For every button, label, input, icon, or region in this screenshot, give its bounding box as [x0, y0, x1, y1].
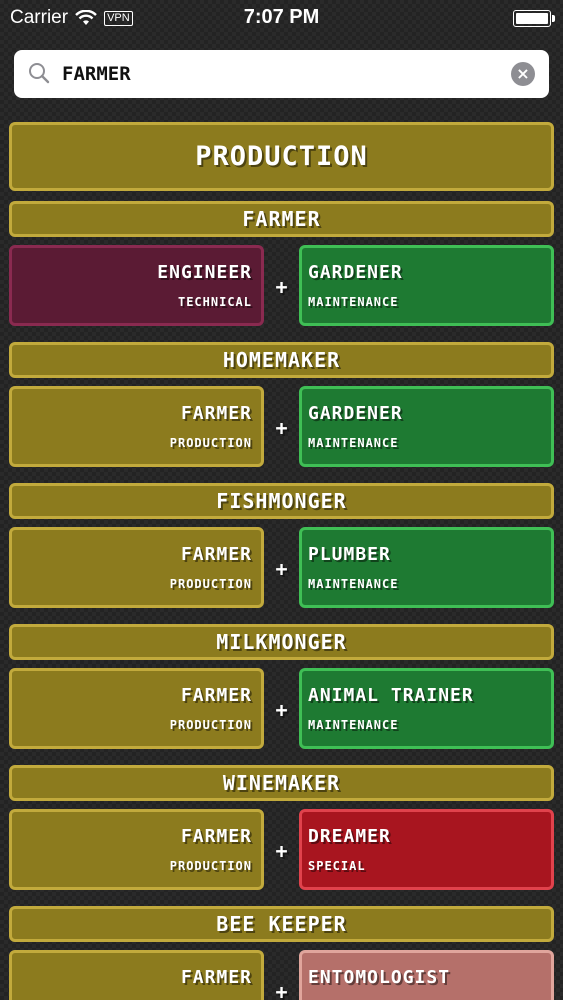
- plus-icon: +: [275, 698, 289, 722]
- ingredient-card-right[interactable]: GARDENER MAINTENANCE: [299, 245, 554, 326]
- ingredient-category: PRODUCTION: [169, 718, 252, 732]
- list-item[interactable]: MILKMONGER FARMER PRODUCTION + ANIMAL TRAINE…: [9, 624, 554, 765]
- search-input[interactable]: [62, 58, 502, 90]
- ingredient-card-right[interactable]: GARDENER MAINTENANCE: [299, 386, 554, 467]
- ingredient-name: FARMER: [180, 544, 252, 565]
- ingredient-category: TECHNICAL: [177, 295, 252, 309]
- plus-icon: +: [275, 980, 289, 1000]
- ingredient-name: ENTOMOLOGIST: [308, 967, 451, 988]
- entry-title: FISHMONGER: [9, 483, 554, 519]
- ingredient-name: GARDENER: [308, 403, 403, 424]
- ingredient-category: PRODUCTION: [169, 577, 252, 591]
- ingredient-name: ENGINEER: [157, 262, 252, 283]
- entry-title: FARMER: [9, 201, 554, 237]
- ingredient-name: FARMER: [180, 403, 252, 424]
- result-list: FARMER ENGINEER TECHNICAL + GARDENER MAINTENA…: [9, 201, 554, 1000]
- ingredient-card-left[interactable]: FARMER PRODUCTION: [9, 386, 264, 467]
- ingredient-card-left[interactable]: FARMER PRODUCTION: [9, 527, 264, 608]
- status-bar: Carrier VPN 7:07 PM: [0, 0, 563, 36]
- list-item[interactable]: FARMER ENGINEER TECHNICAL + GARDENER MAINTENA…: [9, 201, 554, 342]
- plus-icon: +: [275, 416, 289, 440]
- plus-icon: +: [275, 275, 289, 299]
- battery-icon: [513, 10, 555, 27]
- ingredient-card-left[interactable]: FARMER PRODUCTION: [9, 668, 264, 749]
- ingredient-category: PRODUCTION: [169, 859, 252, 873]
- ingredient-name: PLUMBER: [308, 544, 391, 565]
- ingredient-name: FARMER: [180, 967, 252, 988]
- ingredient-card-right[interactable]: DREAMER SPECIAL: [299, 809, 554, 890]
- ingredient-card-right[interactable]: PLUMBER MAINTENANCE: [299, 527, 554, 608]
- list-item[interactable]: WINEMAKER FARMER PRODUCTION + DREAMER SPECIAL: [9, 765, 554, 906]
- list-item[interactable]: BEE KEEPER FARMERPRODUCTION + ENTOMOLOGIST: [9, 906, 554, 1000]
- ingredient-category: MAINTENANCE: [308, 577, 399, 591]
- status-time: 7:07 PM: [243, 6, 320, 28]
- ingredient-name: ANIMAL TRAINER: [308, 685, 474, 706]
- ingredient-category: MAINTENANCE: [308, 718, 399, 732]
- ingredient-name: DREAMER: [308, 826, 391, 847]
- ingredient-name: FARMER: [180, 685, 252, 706]
- ingredient-category: SPECIAL: [308, 859, 366, 873]
- entry-title: MILKMONGER: [9, 624, 554, 660]
- ingredient-card-left[interactable]: FARMER PRODUCTION: [9, 809, 264, 890]
- ingredient-card-left[interactable]: ENGINEER TECHNICAL: [9, 245, 264, 326]
- list-item[interactable]: HOMEMAKER FARMER PRODUCTION + GARDENER MAINTE…: [9, 342, 554, 483]
- search-bar: ×: [14, 50, 549, 98]
- entry-title: BEE KEEPER: [9, 906, 554, 942]
- close-icon: ×: [516, 64, 530, 83]
- ingredient-category: PRODUCTION: [169, 436, 252, 450]
- clear-search-button[interactable]: ×: [511, 62, 535, 86]
- ingredient-category: MAINTENANCE: [308, 295, 399, 309]
- ingredient-card-right[interactable]: ENTOMOLOGIST: [299, 950, 554, 1000]
- search-icon: [29, 63, 50, 84]
- ingredient-name: GARDENER: [308, 262, 403, 283]
- ingredient-name: FARMER: [180, 826, 252, 847]
- ingredient-category: MAINTENANCE: [308, 436, 399, 450]
- category-header: PRODUCTION: [9, 122, 554, 191]
- ingredient-card-left[interactable]: FARMERPRODUCTION: [9, 950, 264, 1000]
- entry-title: HOMEMAKER: [9, 342, 554, 378]
- entry-title: WINEMAKER: [9, 765, 554, 801]
- ingredient-card-right[interactable]: ANIMAL TRAINER MAINTENANCE: [299, 668, 554, 749]
- plus-icon: +: [275, 557, 289, 581]
- plus-icon: +: [275, 839, 289, 863]
- list-item[interactable]: FISHMONGER FARMER PRODUCTION + PLUMBER MAINTE…: [9, 483, 554, 624]
